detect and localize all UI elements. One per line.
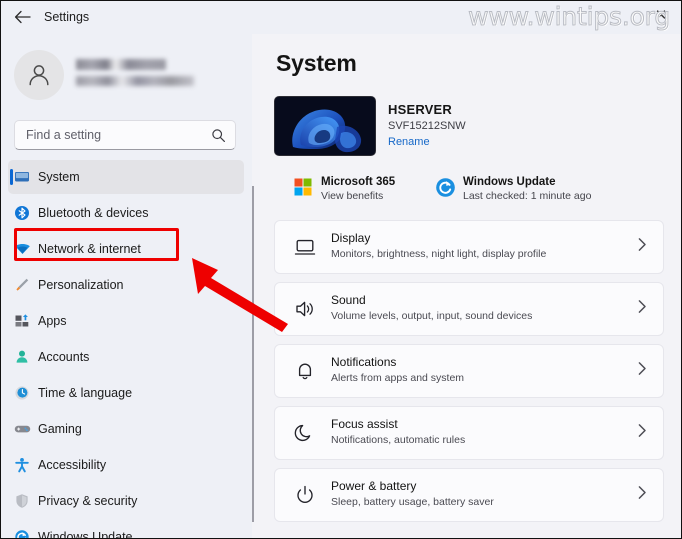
display-monitor-icon [293,235,317,259]
sidebar-item-accessibility[interactable]: Accessibility [8,448,244,482]
sidebar-item-label: Bluetooth & devices [38,206,149,220]
chevron-right-icon[interactable] [637,362,647,381]
chevron-right-icon[interactable] [637,486,647,505]
quick-links-row: Microsoft 365 View benefits Windows Upda… [274,176,674,210]
card-subtitle: Volume levels, output, input, sound devi… [331,310,533,322]
search-input[interactable]: Find a setting [14,120,236,150]
back-arrow-icon [14,10,31,24]
account-block[interactable] [14,50,234,106]
card-subtitle: Alerts from apps and system [331,372,465,384]
person-avatar-icon [29,65,49,86]
sidebar-item-personalization[interactable]: Personalization [8,268,244,302]
settings-card-list: Display Monitors, brightness, night ligh… [274,220,664,530]
bluetooth-icon [12,203,32,223]
sidebar-item-label: Accounts [38,350,90,364]
card-title: Display [331,231,371,245]
search-icon[interactable] [211,128,226,148]
sidebar-item-time-language[interactable]: Time & language [8,376,244,410]
clock-icon [12,383,32,403]
moon-focus-icon [293,421,317,445]
device-name: HSERVER [388,102,453,117]
card-notifications[interactable]: Notifications Alerts from apps and syste… [274,344,664,398]
site-watermark: www.wintips.org [468,2,671,32]
card-title: Focus assist [331,417,398,431]
sidebar-item-network-internet[interactable]: Network & internet [8,232,244,266]
sidebar-item-bluetooth-devices[interactable]: Bluetooth & devices [8,196,244,230]
page-title: System [276,50,357,76]
sidebar-item-accounts[interactable]: Accounts [8,340,244,374]
sidebar-item-apps[interactable]: Apps [8,304,244,338]
refresh-sync-icon [434,176,456,198]
search-placeholder: Find a setting [26,128,102,142]
account-person-icon [12,347,32,367]
card-title: Power & battery [331,479,417,493]
rename-link[interactable]: Rename [388,136,430,148]
sidebar: Find a setting System Bluetooth & device… [0,34,252,539]
card-title: Sound [331,293,366,307]
sidebar-item-label: Gaming [38,422,82,436]
gamepad-icon [12,419,32,439]
sidebar-item-privacy-security[interactable]: Privacy & security [8,484,244,518]
chevron-right-icon[interactable] [637,300,647,319]
card-focus-assist[interactable]: Focus assist Notifications, automatic ru… [274,406,664,460]
sidebar-scrollbar[interactable] [252,186,254,522]
accessibility-icon [12,455,32,475]
sidebar-item-label: Personalization [38,278,124,292]
sidebar-item-label: Apps [38,314,67,328]
sidebar-nav: System Bluetooth & devices Network & int… [8,160,244,539]
apps-grid-icon [12,311,32,331]
sidebar-item-label: Privacy & security [38,494,138,508]
settings-window: Settings ✕ www.wintips.org Find a settin… [0,0,682,539]
device-summary: HSERVER SVF15212SNW Rename [274,96,664,158]
card-subtitle: Notifications, automatic rules [331,434,466,446]
account-email-redacted [76,76,194,86]
sidebar-item-label: Time & language [38,386,133,400]
sidebar-item-gaming[interactable]: Gaming [8,412,244,446]
card-power-battery[interactable]: Power & battery Sleep, battery usage, ba… [274,468,664,522]
shield-icon [12,491,32,511]
account-name-redacted [76,59,166,70]
window-title: Settings [44,10,90,24]
quicklink-microsoft-365[interactable]: Microsoft 365 View benefits [292,176,395,202]
back-button[interactable] [10,6,34,28]
card-subtitle: Sleep, battery usage, battery saver [331,496,494,508]
paintbrush-icon [12,275,32,295]
device-model: SVF15212SNW [388,120,466,132]
card-subtitle: Monitors, brightness, night light, displ… [331,248,547,260]
power-button-icon [293,483,317,507]
wifi-icon [12,239,32,259]
quicklink-subtitle[interactable]: View benefits [321,190,395,202]
chevron-right-icon[interactable] [637,424,647,443]
bell-notification-icon [293,359,317,383]
card-sound[interactable]: Sound Volume levels, output, input, soun… [274,282,664,336]
windows-bloom-wallpaper [274,96,376,156]
windows-update-icon [12,527,32,539]
monitor-icon [12,167,32,187]
card-display[interactable]: Display Monitors, brightness, night ligh… [274,220,664,274]
microsoft-logo-icon [292,176,314,198]
sidebar-item-label: Network & internet [38,242,141,256]
card-title: Notifications [331,355,397,369]
avatar [14,50,64,100]
sidebar-item-system[interactable]: System [8,160,244,194]
sidebar-item-label: Windows Update [38,530,133,539]
quicklink-title: Windows Update [463,176,556,188]
main-content: System HSERVER SVF15212SNW Rename Micros… [256,34,682,539]
quicklink-windows-update[interactable]: Windows Update Last checked: 1 minute ag… [434,176,591,202]
quicklink-title: Microsoft 365 [321,176,396,188]
speaker-sound-icon [293,297,317,321]
quicklink-subtitle: Last checked: 1 minute ago [463,190,592,202]
sidebar-item-windows-update[interactable]: Windows Update [8,520,244,539]
sidebar-item-label: System [38,170,80,184]
sidebar-item-label: Accessibility [38,458,107,472]
chevron-right-icon[interactable] [637,238,647,257]
